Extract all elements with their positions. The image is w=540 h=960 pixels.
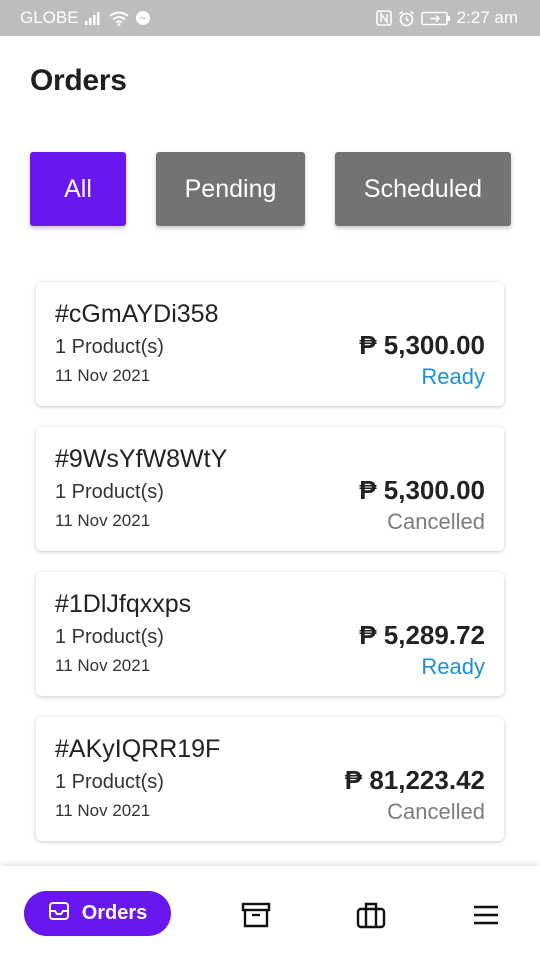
status-bar: GLOBE 2:27 am — [0, 0, 540, 36]
alarm-icon — [398, 10, 415, 27]
order-product-count: 1 Product(s) — [55, 481, 164, 503]
order-card[interactable]: #AKyIQRR19F 1 Product(s) 11 Nov 2021 ₱ 8… — [36, 717, 504, 841]
menu-icon[interactable] — [471, 900, 501, 930]
order-date: 11 Nov 2021 — [55, 366, 151, 385]
clock-time: 2:27 am — [456, 8, 518, 27]
status-bar-left: GLOBE — [20, 8, 151, 28]
briefcase-icon[interactable] — [356, 900, 386, 930]
inbox-icon — [48, 900, 70, 928]
order-date: 11 Nov 2021 — [55, 801, 151, 820]
order-card[interactable]: #cGmAYDi358 1 Product(s) 11 Nov 2021 ₱ 5… — [36, 282, 504, 406]
order-date: 11 Nov 2021 — [55, 511, 151, 530]
signal-icon — [84, 11, 103, 25]
order-id: #9WsYfW8WtY — [55, 445, 228, 473]
order-id: #1DlJfqxxps — [55, 590, 192, 618]
nfc-icon — [375, 10, 392, 26]
order-status: Cancelled — [387, 799, 485, 824]
order-product-count: 1 Product(s) — [55, 771, 164, 793]
order-amount: ₱ 5,289.72 — [359, 620, 485, 650]
order-list: #cGmAYDi358 1 Product(s) 11 Nov 2021 ₱ 5… — [36, 282, 504, 862]
order-id: #AKyIQRR19F — [55, 735, 221, 763]
tab-all[interactable]: All — [30, 152, 126, 226]
messenger-icon — [135, 10, 151, 26]
order-date: 11 Nov 2021 — [55, 656, 151, 675]
order-amount: ₱ 5,300.00 — [359, 475, 485, 505]
order-product-count: 1 Product(s) — [55, 336, 164, 358]
tab-pending[interactable]: Pending — [156, 152, 305, 226]
carrier-label: GLOBE — [20, 8, 79, 27]
order-status: Ready — [421, 654, 485, 679]
bottom-navigation: Orders — [0, 866, 540, 960]
order-status: Cancelled — [387, 509, 485, 534]
order-amount: ₱ 81,223.42 — [344, 765, 485, 795]
order-filter-tabs: All Pending Scheduled — [30, 152, 511, 226]
order-id: #cGmAYDi358 — [55, 300, 219, 328]
wifi-icon — [108, 11, 129, 26]
order-product-count: 1 Product(s) — [55, 626, 164, 648]
nav-orders-button[interactable]: Orders — [24, 891, 171, 936]
archive-icon[interactable] — [241, 900, 271, 930]
order-status: Ready — [421, 364, 485, 389]
order-card[interactable]: #1DlJfqxxps 1 Product(s) 11 Nov 2021 ₱ 5… — [36, 572, 504, 696]
status-bar-right: 2:27 am — [375, 8, 518, 28]
order-amount: ₱ 5,300.00 — [359, 330, 485, 360]
nav-orders-label: Orders — [81, 902, 148, 924]
order-card[interactable]: #9WsYfW8WtY 1 Product(s) 11 Nov 2021 ₱ 5… — [36, 427, 504, 551]
page-title: Orders — [30, 64, 127, 97]
battery-icon — [420, 11, 451, 26]
tab-scheduled[interactable]: Scheduled — [335, 152, 511, 226]
